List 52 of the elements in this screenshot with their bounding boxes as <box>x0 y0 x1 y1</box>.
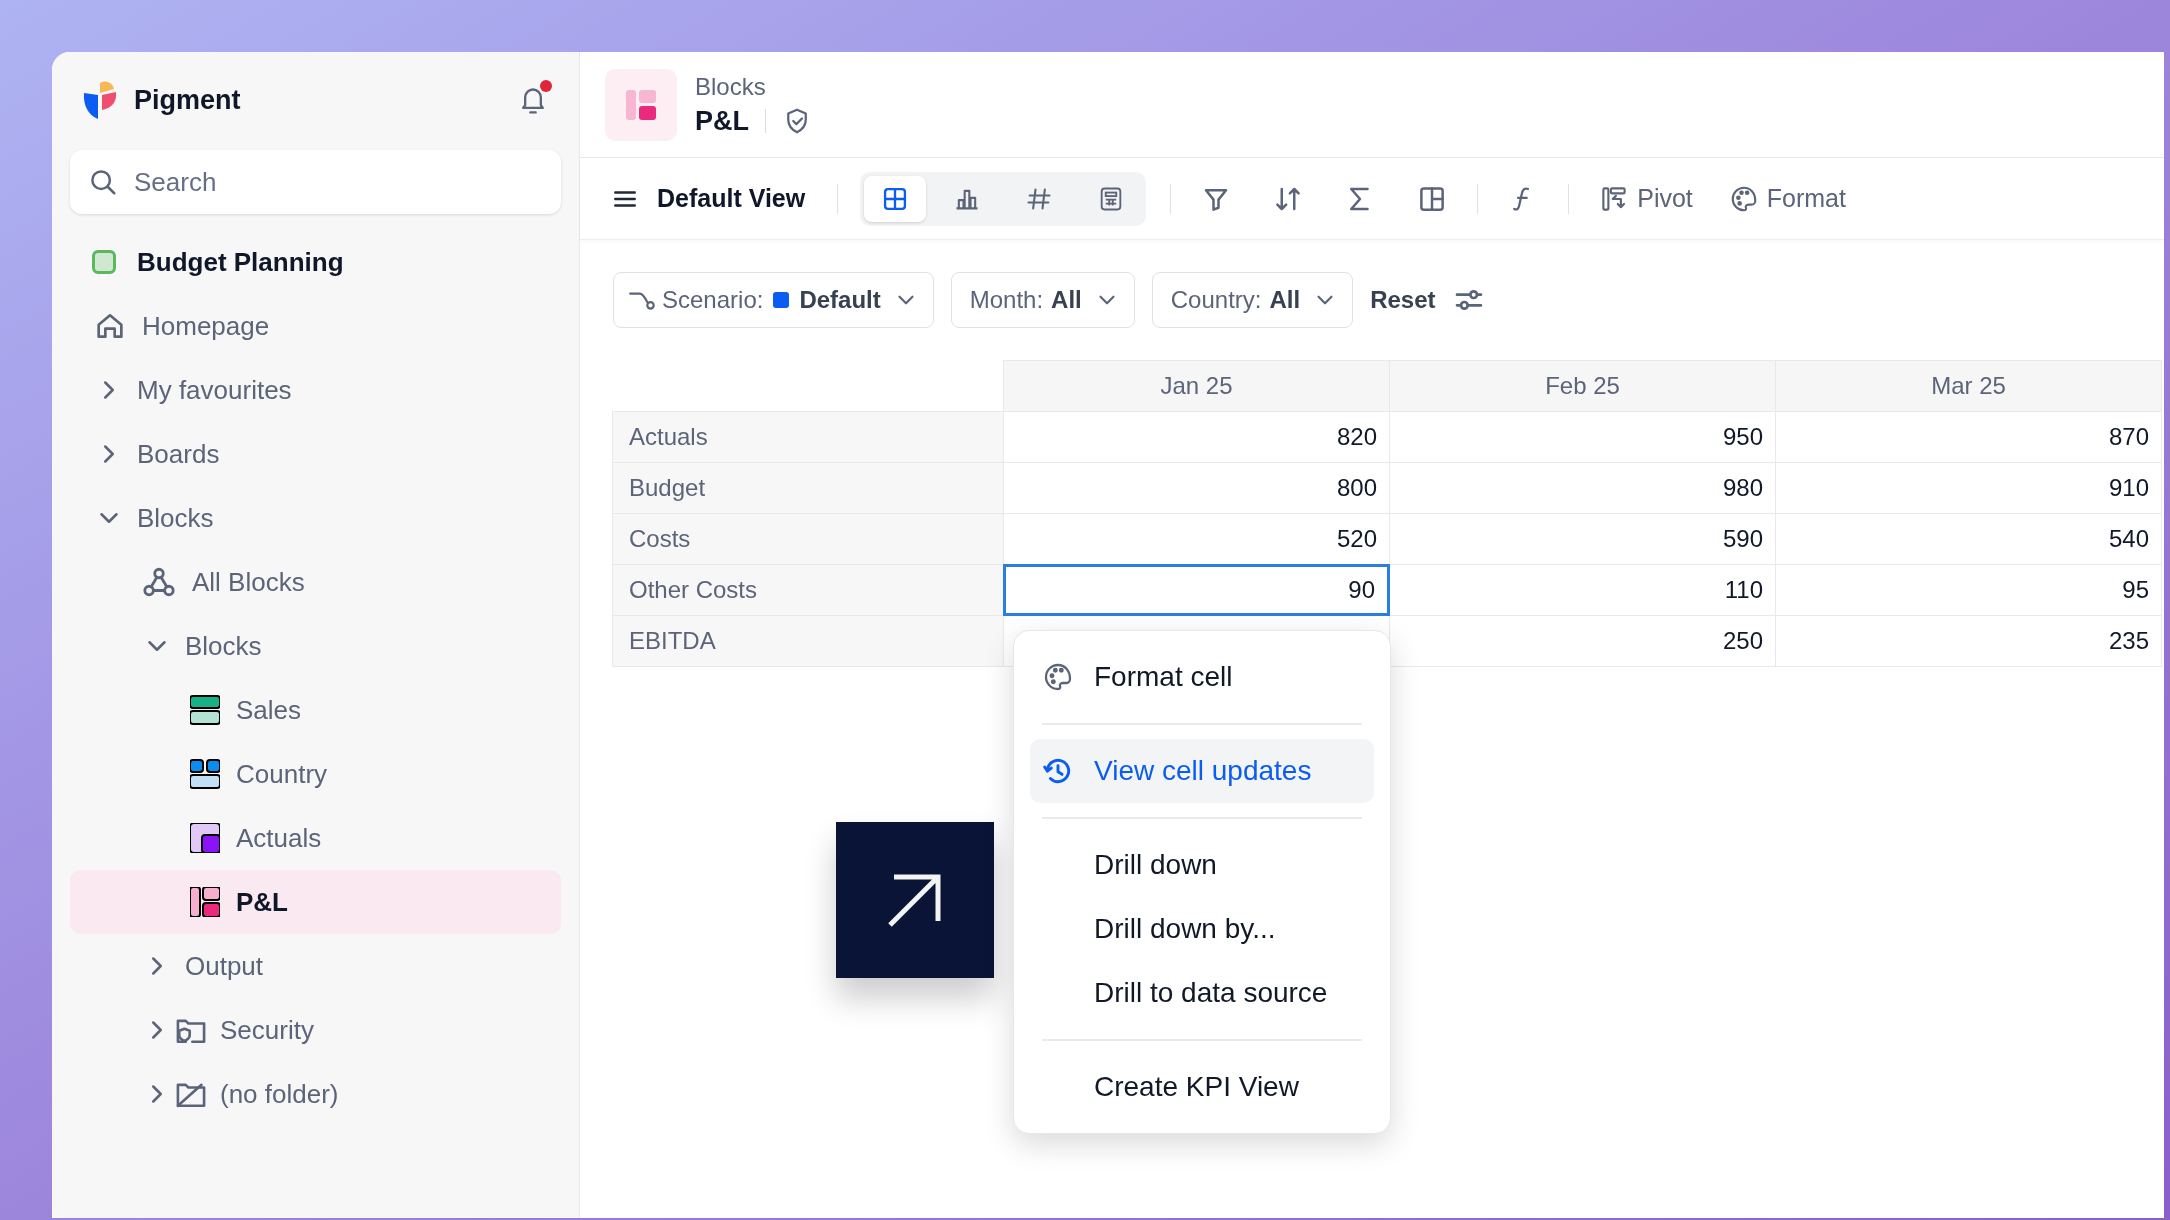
row-header: Budget <box>612 462 1004 514</box>
menu-item[interactable]: Drill down by... <box>1030 897 1374 961</box>
table-cell[interactable]: 90 <box>1003 564 1390 616</box>
table-block-icon <box>626 89 656 120</box>
table-block-icon <box>190 887 220 917</box>
row-header: Costs <box>612 513 1004 565</box>
row-header: Other Costs <box>612 564 1004 616</box>
menu-item[interactable]: Drill down <box>1030 833 1374 897</box>
column-header: Mar 25 <box>1775 360 2162 412</box>
menu-item[interactable]: View cell updates <box>1030 739 1374 803</box>
format-button[interactable]: Format <box>1728 174 1846 223</box>
breadcrumb[interactable]: Blocks <box>695 70 812 103</box>
sidebar-item[interactable]: (no folder) <box>70 1062 561 1126</box>
view-menu-button[interactable]: Default View <box>612 174 816 223</box>
connected-circles-icon <box>142 565 176 599</box>
palette-icon <box>1042 661 1074 693</box>
app-name: Pigment <box>134 83 241 117</box>
sidebar-item[interactable]: Actuals <box>70 806 561 870</box>
column-header: Feb 25 <box>1389 360 1776 412</box>
sidebar-item[interactable]: Sales <box>70 678 561 742</box>
page-title: P&L <box>695 104 749 138</box>
diagonal-arrow-icon <box>887 872 943 928</box>
sidebar-item[interactable]: All Blocks <box>70 550 561 614</box>
sidebar-item[interactable]: Boards <box>70 422 561 486</box>
sidebar-item[interactable]: Output <box>70 934 561 998</box>
row-header: Actuals <box>612 411 1004 463</box>
pivot-button[interactable]: Pivot <box>1599 174 1693 223</box>
list-block-icon <box>190 695 220 725</box>
menu-item[interactable]: Create KPI View <box>1030 1055 1374 1119</box>
menu-item[interactable]: Format cell <box>1030 645 1374 709</box>
sidebar-item[interactable]: Country <box>70 742 561 806</box>
search-icon <box>88 167 118 197</box>
workspace-name: Budget Planning <box>137 245 344 279</box>
table-cell[interactable]: 235 <box>1775 615 2162 667</box>
reset-button[interactable]: Reset <box>1370 282 1436 318</box>
search-box[interactable]: Search <box>70 150 561 214</box>
sidebar-item[interactable]: Homepage <box>70 294 561 358</box>
dimension-block-icon <box>190 759 220 789</box>
menu-item[interactable]: Drill to data source <box>1030 961 1374 1025</box>
row-header: EBITDA <box>612 615 1004 667</box>
column-header: Jan 25 <box>1003 360 1390 412</box>
view-mode-tab[interactable] <box>864 175 927 222</box>
filter-dropdown[interactable]: Month: All <box>950 272 1135 328</box>
sidebar-item[interactable]: Blocks <box>70 486 561 550</box>
sidebar-item[interactable]: Blocks <box>70 614 561 678</box>
sidebar-item[interactable]: P&L <box>70 870 561 934</box>
search-field[interactable]: Search <box>134 154 543 210</box>
sidebar-item[interactable]: Security <box>70 998 561 1062</box>
filter-dropdown[interactable]: Country: All <box>1151 272 1354 328</box>
filter-dropdown[interactable]: Scenario: Default <box>613 272 934 328</box>
metric-block-icon <box>190 823 220 853</box>
sidebar-item[interactable]: My favourites <box>70 358 561 422</box>
